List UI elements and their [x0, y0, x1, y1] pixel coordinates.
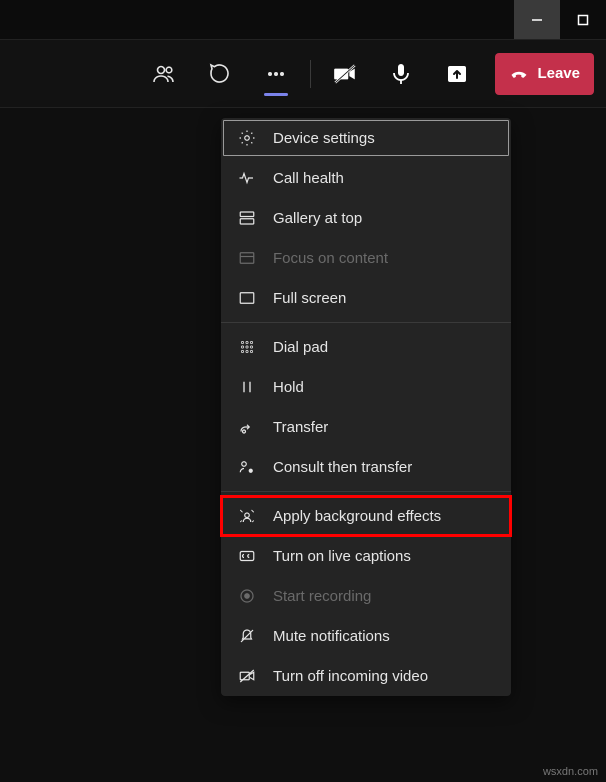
background-effects-icon: [237, 506, 257, 526]
hangup-icon: [509, 64, 529, 84]
video-off-icon: [237, 666, 257, 686]
menu-focus-on-content: Focus on content: [221, 238, 511, 278]
window-minimize-button[interactable]: [514, 0, 560, 39]
dialpad-icon: [237, 337, 257, 357]
titlebar: [0, 0, 606, 40]
menu-start-recording: Start recording: [221, 576, 511, 616]
menu-full-screen[interactable]: Full screen: [221, 278, 511, 318]
watermark: wsxdn.com: [543, 766, 598, 778]
pulse-icon: [237, 168, 257, 188]
menu-device-settings[interactable]: Device settings: [221, 118, 511, 158]
transfer-icon: [237, 417, 257, 437]
people-button[interactable]: [136, 46, 192, 102]
captions-icon: [237, 546, 257, 566]
share-button[interactable]: [429, 46, 485, 102]
menu-label: Consult then transfer: [273, 459, 412, 476]
call-toolbar: Leave: [0, 40, 606, 108]
menu-label: Turn off incoming video: [273, 668, 428, 685]
more-actions-button[interactable]: [248, 46, 304, 102]
menu-separator: [221, 491, 511, 492]
menu-separator: [221, 322, 511, 323]
fullscreen-icon: [237, 288, 257, 308]
microphone-button[interactable]: [373, 46, 429, 102]
menu-label: Device settings: [273, 130, 375, 147]
menu-label: Call health: [273, 170, 344, 187]
menu-hold[interactable]: Hold: [221, 367, 511, 407]
pause-icon: [237, 377, 257, 397]
menu-label: Apply background effects: [273, 508, 441, 525]
menu-label: Start recording: [273, 588, 371, 605]
leave-button[interactable]: Leave: [495, 53, 594, 95]
menu-turn-off-incoming-video[interactable]: Turn off incoming video: [221, 656, 511, 696]
gear-icon: [237, 128, 257, 148]
menu-transfer[interactable]: Transfer: [221, 407, 511, 447]
menu-label: Transfer: [273, 419, 328, 436]
window-maximize-button[interactable]: [560, 0, 606, 39]
menu-call-health[interactable]: Call health: [221, 158, 511, 198]
menu-turn-on-live-captions[interactable]: Turn on live captions: [221, 536, 511, 576]
menu-label: Turn on live captions: [273, 548, 411, 565]
bell-off-icon: [237, 626, 257, 646]
menu-gallery-at-top[interactable]: Gallery at top: [221, 198, 511, 238]
menu-mute-notifications[interactable]: Mute notifications: [221, 616, 511, 656]
menu-label: Full screen: [273, 290, 346, 307]
menu-label: Hold: [273, 379, 304, 396]
chat-button[interactable]: [192, 46, 248, 102]
leave-label: Leave: [537, 65, 580, 82]
menu-label: Gallery at top: [273, 210, 362, 227]
consult-transfer-icon: [237, 457, 257, 477]
gallery-icon: [237, 208, 257, 228]
more-actions-menu: Device settings Call health Gallery at t…: [221, 118, 511, 696]
focus-icon: [237, 248, 257, 268]
menu-dial-pad[interactable]: Dial pad: [221, 327, 511, 367]
menu-apply-background-effects[interactable]: Apply background effects: [221, 496, 511, 536]
record-icon: [237, 586, 257, 606]
menu-label: Mute notifications: [273, 628, 390, 645]
menu-consult-then-transfer[interactable]: Consult then transfer: [221, 447, 511, 487]
menu-label: Dial pad: [273, 339, 328, 356]
camera-button[interactable]: [317, 46, 373, 102]
toolbar-divider: [310, 60, 311, 88]
menu-label: Focus on content: [273, 250, 388, 267]
